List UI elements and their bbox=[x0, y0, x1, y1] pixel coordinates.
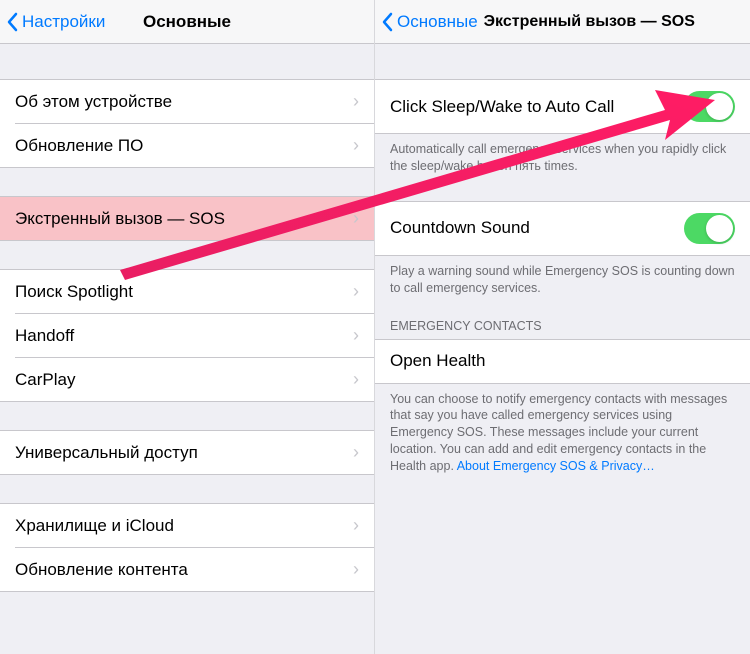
footer-auto-call: Automatically call emergency services wh… bbox=[375, 134, 750, 183]
row-about[interactable]: Об этом устройстве › bbox=[0, 79, 374, 123]
settings-panel-right: Основные Экстренный вызов — SOS Click Sl… bbox=[375, 0, 750, 654]
group-search: Поиск Spotlight › Handoff › CarPlay › bbox=[0, 269, 374, 402]
row-storage[interactable]: Хранилище и iCloud › bbox=[0, 503, 374, 547]
row-label: Об этом устройстве bbox=[15, 92, 172, 112]
row-handoff[interactable]: Handoff › bbox=[0, 313, 374, 357]
group-device: Об этом устройстве › Обновление ПО › bbox=[0, 79, 374, 168]
group-autocall: Click Sleep/Wake to Auto Call bbox=[375, 79, 750, 134]
row-label: Handoff bbox=[15, 326, 74, 346]
group-storage: Хранилище и iCloud › Обновление контента… bbox=[0, 503, 374, 592]
chevron-left-icon bbox=[381, 12, 393, 32]
group-accessibility: Универсальный доступ › bbox=[0, 430, 374, 475]
chevron-right-icon: › bbox=[353, 515, 359, 536]
row-label: Обновление ПО bbox=[15, 136, 143, 156]
toggle-switch[interactable] bbox=[684, 213, 735, 244]
navbar-left: Настройки Основные bbox=[0, 0, 374, 44]
chevron-right-icon: › bbox=[353, 135, 359, 156]
row-label: Countdown Sound bbox=[390, 218, 530, 238]
chevron-left-icon bbox=[6, 12, 18, 32]
row-countdown-sound[interactable]: Countdown Sound bbox=[375, 201, 750, 255]
row-label: Универсальный доступ bbox=[15, 443, 198, 463]
chevron-right-icon: › bbox=[353, 281, 359, 302]
navbar-right: Основные Экстренный вызов — SOS bbox=[375, 0, 750, 44]
row-emergency-sos[interactable]: Экстренный вызов — SOS › bbox=[0, 196, 374, 240]
row-content-update[interactable]: Обновление контента › bbox=[0, 547, 374, 591]
back-label: Основные bbox=[397, 12, 478, 32]
chevron-right-icon: › bbox=[353, 325, 359, 346]
row-label: Экстренный вызов — SOS bbox=[15, 209, 225, 229]
back-button[interactable]: Основные bbox=[375, 12, 478, 32]
row-label: Click Sleep/Wake to Auto Call bbox=[390, 97, 614, 117]
back-label: Настройки bbox=[22, 12, 105, 32]
toggle-switch[interactable] bbox=[684, 91, 735, 122]
about-sos-link[interactable]: About Emergency SOS & Privacy… bbox=[457, 459, 655, 473]
row-carplay[interactable]: CarPlay › bbox=[0, 357, 374, 401]
row-accessibility[interactable]: Универсальный доступ › bbox=[0, 430, 374, 474]
row-label: Обновление контента bbox=[15, 560, 188, 580]
row-open-health[interactable]: Open Health bbox=[375, 339, 750, 383]
chevron-right-icon: › bbox=[353, 559, 359, 580]
row-spotlight[interactable]: Поиск Spotlight › bbox=[0, 269, 374, 313]
open-health-link[interactable]: Open Health bbox=[390, 351, 485, 371]
chevron-right-icon: › bbox=[353, 208, 359, 229]
group-sos: Экстренный вызов — SOS › bbox=[0, 196, 374, 241]
footer-countdown: Play a warning sound while Emergency SOS… bbox=[375, 256, 750, 305]
page-title: Основные bbox=[143, 12, 231, 32]
footer-contacts: You can choose to notify emergency conta… bbox=[375, 384, 750, 483]
settings-panel-left: Настройки Основные Об этом устройстве › … bbox=[0, 0, 375, 654]
back-button[interactable]: Настройки bbox=[0, 12, 105, 32]
row-label: Хранилище и iCloud bbox=[15, 516, 174, 536]
row-software-update[interactable]: Обновление ПО › bbox=[0, 123, 374, 167]
chevron-right-icon: › bbox=[353, 91, 359, 112]
group-open-health: Open Health bbox=[375, 339, 750, 384]
row-label: CarPlay bbox=[15, 370, 75, 390]
group-countdown: Countdown Sound bbox=[375, 201, 750, 256]
row-label: Поиск Spotlight bbox=[15, 282, 133, 302]
section-header-contacts: EMERGENCY CONTACTS bbox=[375, 305, 750, 339]
row-auto-call[interactable]: Click Sleep/Wake to Auto Call bbox=[375, 79, 750, 133]
chevron-right-icon: › bbox=[353, 442, 359, 463]
page-title: Экстренный вызов — SOS bbox=[484, 13, 750, 31]
chevron-right-icon: › bbox=[353, 369, 359, 390]
